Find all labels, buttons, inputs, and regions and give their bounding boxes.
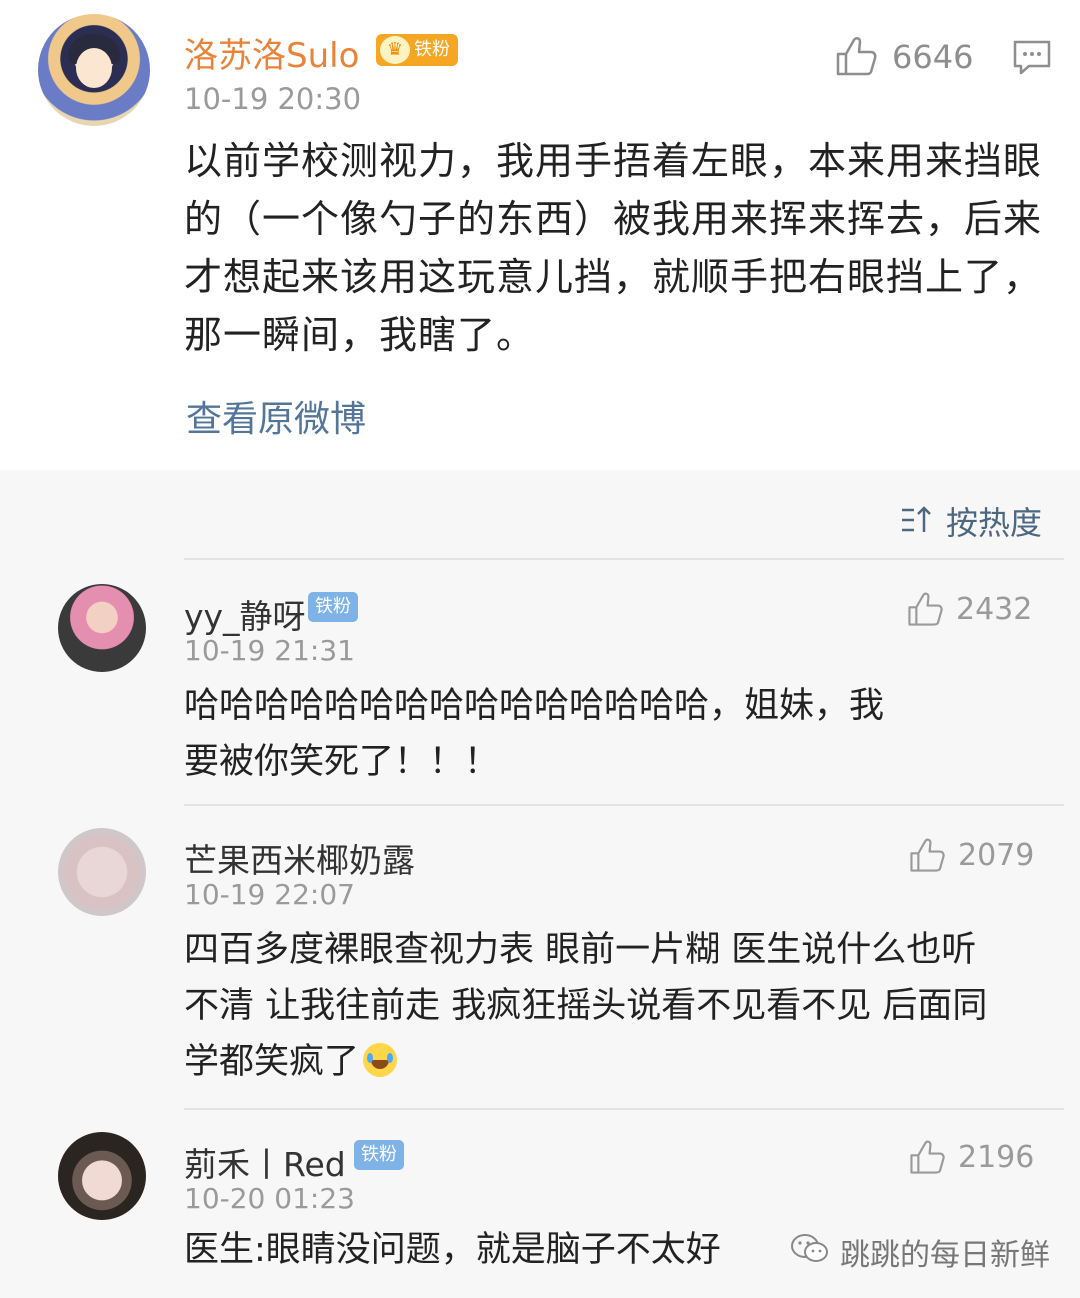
avatar-face [76,48,112,88]
comment-time: 10-20 01:23 [184,1182,355,1215]
avatar[interactable] [58,1132,146,1220]
comment-time: 10-19 22:07 [184,878,355,911]
crown-icon: ♛ [380,36,410,64]
view-original-link[interactable]: 查看原微博 [186,390,366,442]
avatar[interactable] [58,584,146,672]
sort-label: 按热度 [946,504,1043,542]
post-text-line: 那一瞬间，我瞎了。 [184,313,536,357]
comment-text-line: 要被你笑死了！！！ [184,742,500,782]
sort-button[interactable]: 按热度 [900,498,1050,542]
thumb-up-icon[interactable] [906,590,944,628]
comment-like-count: 2196 [958,1140,1035,1175]
sort-icon [902,506,931,532]
original-post: 洛苏洛Sulo ♛ 铁粉 10-19 20:30 6646 以前学校测视力，我用… [0,0,1080,470]
laughing-tears-emoji-icon [363,1043,398,1077]
comment-text: 四百多度裸眼查视力表 眼前一片糊 医生说什么也听 不清 让我往前走 我疯狂摇头说… [184,922,1044,1090]
divider [184,558,1064,560]
fan-badge-label: 铁粉 [414,39,450,60]
comment-username[interactable]: 莂禾丨Red [184,1138,346,1186]
comment-icon[interactable] [1012,38,1052,76]
fan-badge: 铁粉 [354,1140,404,1170]
comment-text-line: 四百多度裸眼查视力表 眼前一片糊 医生说什么也听 [184,930,977,970]
post-text: 以前学校测视力，我用手捂着左眼，本来用来挡眼 的（一个像勺子的东西）被我用来挥来… [184,132,1054,364]
divider [184,804,1064,806]
comment-text: 哈哈哈哈哈哈哈哈哈哈哈哈哈哈哈，姐妹，我 要被你笑死了！！！ [184,678,1044,790]
comment-username[interactable]: 芒果西米椰奶露 [184,834,415,882]
fan-badge: ♛ 铁粉 [376,34,458,66]
comment-like-count: 2079 [958,838,1035,873]
avatar[interactable] [38,14,150,126]
post-username[interactable]: 洛苏洛Sulo [184,28,359,77]
post-time: 10-19 20:30 [184,82,362,116]
comment-text-line: 学都笑疯了 [184,1042,360,1082]
thumb-up-icon[interactable] [908,836,946,874]
post-text-line: 以前学校测视力，我用手捂着左眼，本来用来挡眼 [184,139,1043,183]
watermark-text: 跳跳的每日新鲜 [840,1238,1050,1273]
post-like-count: 6646 [892,38,974,76]
wechat-icon [791,1234,828,1262]
comment-text-line: 哈哈哈哈哈哈哈哈哈哈哈哈哈哈哈，姐妹，我 [184,686,885,726]
divider [184,1108,1064,1110]
avatar[interactable] [58,828,146,916]
post-text-line: 才想起来该用这玩意儿挡，就顺手把右眼挡上了， [184,255,1043,299]
comment-time: 10-19 21:31 [184,634,355,667]
comment-text-line-with-emoji: 学都笑疯了 [184,1034,1044,1090]
comment-text-line: 不清 让我往前走 我疯狂摇头说看不见看不见 后面同 [184,986,988,1026]
weibo-comments-screen: 洛苏洛Sulo ♛ 铁粉 10-19 20:30 6646 以前学校测视力，我用… [0,0,1080,1298]
comment-like-count: 2432 [956,592,1033,627]
fan-badge: 铁粉 [308,592,358,622]
thumb-up-icon[interactable] [834,34,878,78]
comment-username[interactable]: yy_静呀 [184,590,306,638]
thumb-up-icon[interactable] [908,1138,946,1176]
post-text-line: 的（一个像勺子的东西）被我用来挥来挥去，后来 [184,197,1043,241]
